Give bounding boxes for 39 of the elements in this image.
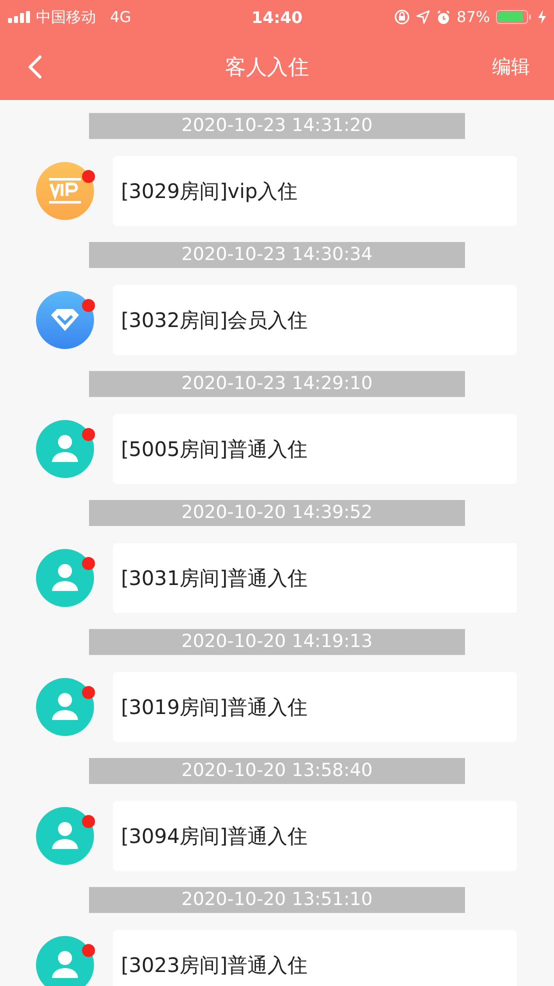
vip-avatar-icon xyxy=(36,162,94,220)
message-text: [3019房间]普通入住 xyxy=(121,694,308,720)
message-bubble[interactable]: [3031房间]普通入住 xyxy=(113,543,517,613)
message-text: [3031房间]普通入住 xyxy=(121,564,308,592)
message-bubble[interactable]: [3019房间]普通入住 xyxy=(113,672,517,742)
timestamp-label: 2020-10-23 14:30:34 xyxy=(89,242,465,268)
timestamp-label: 2020-10-23 14:31:20 xyxy=(89,113,465,139)
location-icon xyxy=(416,10,430,24)
battery-icon xyxy=(496,10,532,24)
back-button[interactable] xyxy=(28,55,42,79)
person-avatar-icon xyxy=(36,420,94,478)
message-bubble[interactable]: [3094房间]普通入住 xyxy=(113,801,517,871)
message-text: [3094房间]普通入住 xyxy=(121,822,308,850)
person-avatar-icon xyxy=(36,549,94,607)
diamond-avatar-icon xyxy=(36,291,94,349)
message-text: [3029房间]vip入住 xyxy=(121,178,298,204)
message-bubble[interactable]: [3023房间]普通入住 xyxy=(113,930,517,986)
charging-icon xyxy=(538,10,546,24)
timestamp-label: 2020-10-23 14:29:10 xyxy=(89,371,465,397)
message-bubble[interactable]: [5005房间]普通入住 xyxy=(113,414,517,484)
network-label: 4G xyxy=(110,8,132,26)
timestamp-label: 2020-10-20 13:51:10 xyxy=(89,887,465,913)
message-text: [5005房间]普通入住 xyxy=(121,436,308,462)
signal-icon xyxy=(8,11,32,23)
clock-time: 14:40 xyxy=(252,8,302,26)
message-bubble[interactable]: [3029房间]vip入住 xyxy=(113,156,517,226)
message-text: [3023房间]普通入住 xyxy=(121,952,308,978)
timestamp-label: 2020-10-20 14:39:52 xyxy=(89,500,465,526)
alarm-icon xyxy=(436,10,451,24)
person-avatar-icon xyxy=(36,678,94,736)
timestamp-label: 2020-10-20 14:19:13 xyxy=(89,629,465,655)
page-title: 客人入住 xyxy=(225,54,309,81)
person-avatar-icon xyxy=(36,807,94,865)
carrier-label: 中国移动 xyxy=(36,8,96,26)
message-bubble[interactable]: [3032房间]会员入住 xyxy=(113,285,517,355)
rotation-lock-icon xyxy=(394,9,410,25)
battery-percent: 87% xyxy=(456,8,490,26)
message-text: [3032房间]会员入住 xyxy=(121,306,308,334)
timestamp-label: 2020-10-20 13:58:40 xyxy=(89,758,465,784)
